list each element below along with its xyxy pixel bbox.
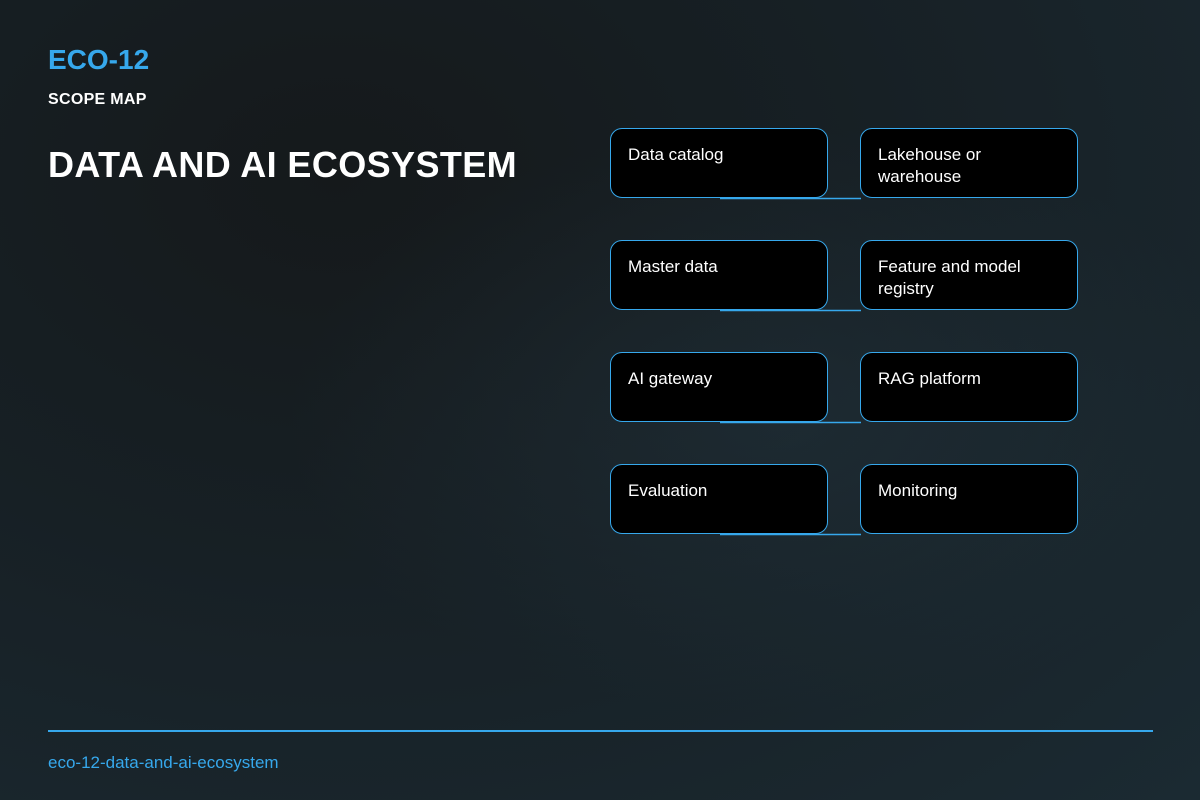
node-data-catalog: Data catalog [610, 128, 828, 198]
section-label: SCOPE MAP [48, 91, 147, 108]
node-monitoring: Monitoring [860, 464, 1078, 534]
page-title: DATA AND AI ECOSYSTEM [48, 144, 518, 185]
footer-slug: eco-12-data-and-ai-ecosystem [48, 753, 279, 772]
node-master-data: Master data [610, 240, 828, 310]
node-lakehouse-or-warehouse: Lakehouse or warehouse [860, 128, 1078, 198]
node-evaluation: Evaluation [610, 464, 828, 534]
footer-divider [48, 730, 1153, 732]
header: ECO-12 SCOPE MAP [48, 42, 149, 110]
node-ai-gateway: AI gateway [610, 352, 828, 422]
node-feature-and-model-registry: Feature and model registry [860, 240, 1078, 310]
node-rag-platform: RAG platform [860, 352, 1078, 422]
document-code: ECO-12 [48, 44, 150, 75]
